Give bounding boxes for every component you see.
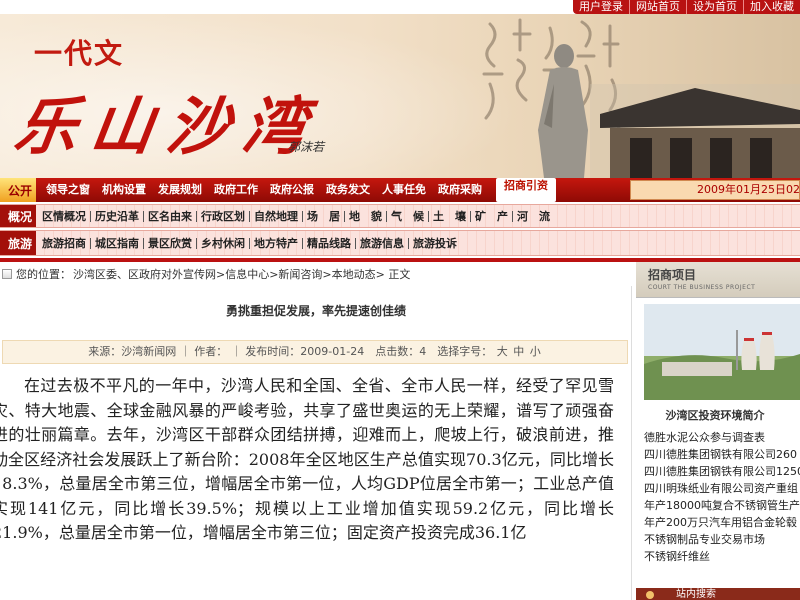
nav-city-guide[interactable]: 城区指南 [91,237,144,249]
sidebar-header: 招商项目 COURT THE BUSINESS PROJECT [636,262,800,298]
banner-signature: 郭沫若 [288,140,325,154]
top-links: 用户登录 网站首页 设为首页 加入收藏 [573,0,800,14]
nav-district-overview[interactable]: 区情概况 [38,210,91,222]
nav-landforms[interactable]: 地 貌 [345,210,387,222]
nav-personnel[interactable]: 人事任免 [376,178,432,202]
nav-routes[interactable]: 精品线路 [303,237,356,249]
nav-gov-work[interactable]: 政府工作 [208,178,264,202]
nav-planning[interactable]: 发展规划 [152,178,208,202]
nav-minerals[interactable]: 矿 产 [471,210,513,222]
nav-investment-button[interactable]: 招商引资 [496,178,556,202]
login-link[interactable]: 用户登录 [573,0,629,14]
project-list: 德胜水泥公众参与调查表 四川德胜集团钢铁有限公司260 四川德胜集团钢铁有限公司… [644,429,800,565]
breadcrumb-prefix: 您的位置： [16,268,71,281]
nav-tag-tourism: 旅游 [0,231,36,255]
nav-climate[interactable]: 气 候 [387,210,429,222]
set-homepage-link[interactable]: 设为首页 [686,0,743,14]
sidebar-title: 招商项目 [648,268,697,282]
government-nav-links: 领导之窗 机构设置 发展规划 政府工作 政府公报 政务发文 人事任免 政府采购 … [36,178,556,202]
bullet-icon [646,591,654,599]
sidebar-subtitle: COURT THE BUSINESS PROJECT [648,284,756,291]
nav-documents[interactable]: 政务发文 [320,178,376,202]
site-banner: 一代文 乐山沙湾 郭沫若 [0,14,800,178]
font-size-small[interactable]: 小 [530,345,541,358]
nav-tourism-investment[interactable]: 旅游招商 [38,237,91,249]
article-meta-text: 来源：沙湾新闻网 ｜ 作者： ｜ 发布时间：2009-01-24 点击数：4 选… [88,345,493,358]
nav-procurement[interactable]: 政府采购 [432,178,488,202]
nav-local-products[interactable]: 地方特产 [250,237,303,249]
statue-image [538,44,588,178]
project-item[interactable]: 四川德胜集团钢铁有限公司260 [644,446,800,463]
investment-projects-sidebar: 招商项目 COURT THE BUSINESS PROJECT 沙湾区投资环境简… [636,262,800,600]
government-nav: 公开 领导之窗 机构设置 发展规划 政府工作 政府公报 政务发文 人事任免 政府… [0,178,800,202]
font-size-large[interactable]: 大 [497,345,508,358]
nav-name-origin[interactable]: 区名由来 [144,210,197,222]
temple-image [590,84,800,178]
project-item[interactable]: 不锈钢制品专业交易市场 [644,531,800,548]
power-plant-image[interactable] [644,304,800,400]
nav-tourism-info[interactable]: 旅游信息 [356,237,409,249]
nav-tourism-complaints[interactable]: 旅游投诉 [409,238,461,249]
nav-tag-public: 公开 [0,178,36,202]
site-search-header: 站内搜索 [636,588,800,600]
nav-rivers[interactable]: 河 流 [513,211,554,222]
site-search-label: 站内搜索 [676,589,716,600]
article-title: 勇挑重担促发展，率先提速创佳绩 [225,304,406,318]
home-link[interactable]: 网站首页 [629,0,686,14]
tourism-nav: 旅游 旅游招商 城区指南 景区欣赏 乡村休闲 地方特产 精品线路 旅游信息 旅游… [0,230,800,256]
project-item[interactable]: 年产200万只汽车用铝合金轮毂 [644,514,800,531]
nav-admin-divisions[interactable]: 行政区划 [197,210,250,222]
nav-history[interactable]: 历史沿革 [91,210,144,222]
tourism-nav-links: 旅游招商 城区指南 景区欣赏 乡村休闲 地方特产 精品线路 旅游信息 旅游投诉 [36,237,461,249]
nav-location[interactable]: 场 居 [303,210,345,222]
add-favorite-link[interactable]: 加入收藏 [743,0,800,14]
nav-leaders[interactable]: 领导之窗 [40,178,96,202]
top-utility-bar: 用户登录 网站首页 设为首页 加入收藏 [0,0,800,14]
breadcrumb-path-link[interactable]: 沙湾区委、区政府对外宣传网>信息中心>新闻咨询>本地动态> 正文 [73,268,410,281]
project-item[interactable]: 四川德胜集团钢铁有限公司1250 [644,463,800,480]
nav-rural-leisure[interactable]: 乡村休闲 [197,237,250,249]
profile-nav-links: 区情概况 历史沿革 区名由来 行政区划 自然地理 场 居 地 貌 气 候 土 壤… [36,210,554,222]
project-item[interactable]: 不锈钢纤维丝 [644,548,800,565]
project-item[interactable]: 德胜水泥公众参与调查表 [644,429,800,446]
banner-title: 乐山沙湾 [10,90,325,163]
breadcrumb: 您的位置： 沙湾区委、区政府对外宣传网>信息中心>新闻咨询>本地动态> 正文 [0,264,632,284]
article-body: 在过去极不平凡的一年中，沙湾人民和全国、全省、全市人民一样，经受了罕见雪灾、特大… [0,376,614,542]
date-display: 2009年01月25日02时 [630,180,800,200]
nav-tag-overview: 概况 [0,205,36,227]
breadcrumb-path[interactable]: 沙湾区委、区政府对外宣传网>信息中心>新闻咨询>本地动态> 正文 [73,266,410,282]
article-panel: 勇挑重担促发展，率先提速创佳绩 来源：沙湾新闻网 ｜ 作者： ｜ 发布时间：20… [0,286,632,600]
nav-organization[interactable]: 机构设置 [96,178,152,202]
nav-geography[interactable]: 自然地理 [250,210,303,222]
nav-gazette[interactable]: 政府公报 [264,178,320,202]
project-item[interactable]: 四川明珠纸业有限公司资产重组 [644,480,800,497]
banner-subtitle: 一代文 [34,37,125,70]
profile-nav: 概况 区情概况 历史沿革 区名由来 行政区划 自然地理 场 居 地 貌 气 候 … [0,204,800,228]
project-caption[interactable]: 沙湾区投资环境简介 [636,407,800,423]
font-size-medium[interactable]: 中 [513,345,524,358]
nav-scenic-spots[interactable]: 景区欣赏 [144,237,197,249]
breadcrumb-icon [2,269,12,279]
nav-soil[interactable]: 土 壤 [429,210,471,222]
project-item[interactable]: 年产18000吨复合不锈钢管生产 [644,497,800,514]
article-meta: 来源：沙湾新闻网 ｜ 作者： ｜ 发布时间：2009-01-24 点击数：4 选… [2,340,628,364]
